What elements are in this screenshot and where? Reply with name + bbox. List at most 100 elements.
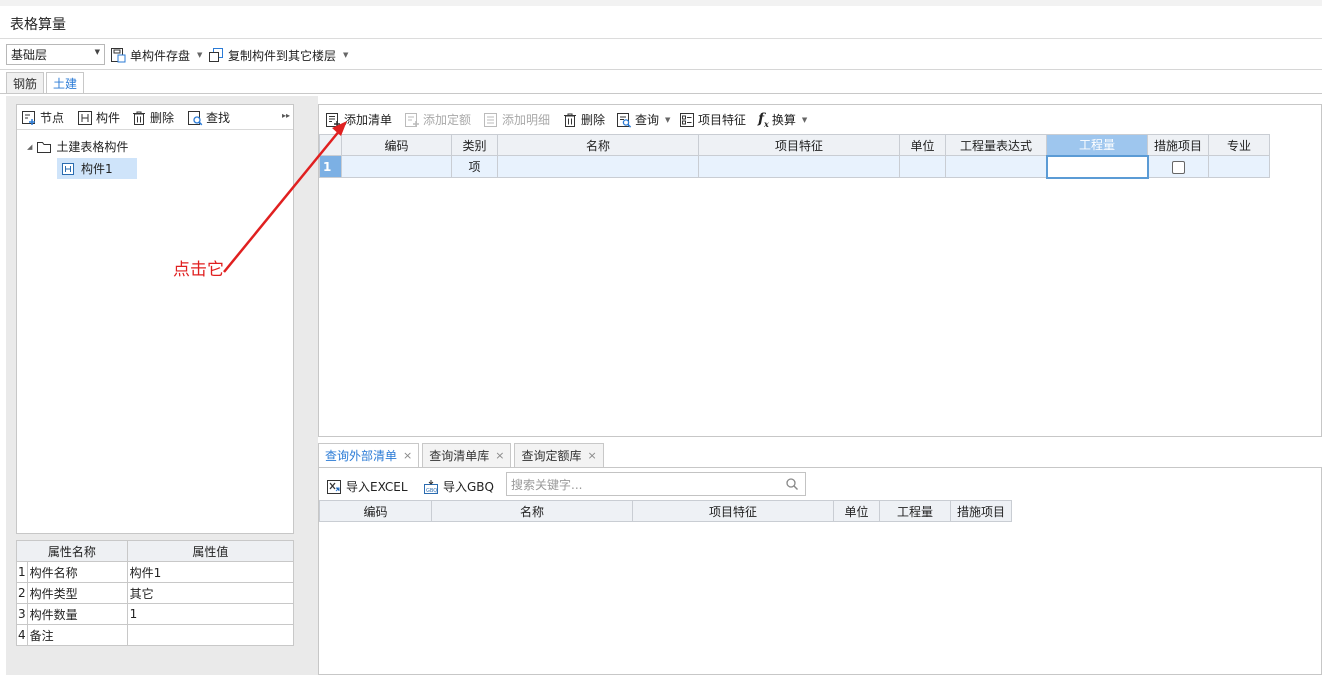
add-detail-button[interactable]: 添加明细: [483, 111, 550, 128]
table-row[interactable]: 1 构件名称 构件1: [16, 561, 295, 583]
tree-delete-button[interactable]: 删除: [131, 109, 174, 126]
feature-cell[interactable]: [698, 155, 900, 178]
panel-splitter[interactable]: [303, 96, 318, 675]
save-component-label: 单构件存盘: [130, 48, 191, 63]
category-cell[interactable]: 项: [451, 155, 498, 178]
find-icon: [187, 110, 203, 126]
unit-cell[interactable]: [899, 155, 946, 178]
component-icon: [61, 162, 75, 176]
svg-text:GBQ: GBQ: [426, 488, 437, 494]
table-row[interactable]: 4 备注: [16, 624, 295, 646]
tab-quota-library[interactable]: 查询定额库 ×: [514, 443, 604, 468]
property-value[interactable]: 1: [126, 603, 295, 625]
row-number[interactable]: 1: [319, 155, 342, 178]
toolbar-divider: [0, 69, 1322, 70]
column-header[interactable]: 措施项目: [1147, 134, 1209, 156]
add-quota-button[interactable]: 添加定额: [404, 111, 471, 128]
copy-icon: [208, 47, 224, 63]
tab-list-library[interactable]: 查询清单库 ×: [422, 443, 512, 468]
column-header-active[interactable]: 工程量: [1046, 134, 1148, 156]
table-row[interactable]: 1 项: [319, 154, 1270, 179]
tab-external-list[interactable]: 查询外部清单 ×: [318, 443, 420, 468]
column-header[interactable]: 编码: [319, 500, 432, 522]
column-header[interactable]: 名称: [431, 500, 633, 522]
search-input[interactable]: 搜索关键字...: [506, 472, 806, 496]
add-component-button[interactable]: 构件: [77, 109, 120, 126]
expression-cell[interactable]: [945, 155, 1047, 178]
corner-header: [319, 134, 342, 156]
query-button[interactable]: 查询 ▼: [616, 111, 670, 128]
external-list-panel: 导入EXCEL GBQ 导入GBQ 搜索关键字... 编码 名称 项目特征 单位…: [318, 467, 1322, 675]
query-icon: [616, 112, 632, 128]
component-icon: [77, 110, 93, 126]
column-header[interactable]: 措施项目: [950, 500, 1012, 522]
quantity-cell[interactable]: [1045, 154, 1149, 179]
excel-icon: [326, 479, 342, 495]
column-header[interactable]: 工程量表达式: [945, 134, 1047, 156]
property-value[interactable]: [126, 624, 295, 646]
measure-cell[interactable]: [1147, 155, 1209, 178]
column-header[interactable]: 专业: [1208, 134, 1270, 156]
column-header[interactable]: 单位: [833, 500, 880, 522]
column-header[interactable]: 项目特征: [698, 134, 900, 156]
measure-checkbox[interactable]: [1171, 160, 1185, 174]
add-node-button[interactable]: 节点: [21, 109, 64, 126]
column-header[interactable]: 单位: [899, 134, 946, 156]
tree-find-button[interactable]: 查找: [187, 109, 230, 126]
bill-delete-button[interactable]: 删除: [562, 111, 605, 128]
add-detail-label: 添加明细: [502, 113, 551, 127]
tree-find-label: 查找: [206, 111, 231, 125]
name-cell[interactable]: [497, 155, 699, 178]
import-excel-button[interactable]: 导入EXCEL: [326, 478, 408, 495]
convert-button[interactable]: fx 换算 ▼: [758, 111, 807, 129]
column-header[interactable]: 类别: [451, 134, 498, 156]
bill-grid-header-row: 编码 类别 名称 项目特征 单位 工程量表达式 工程量 措施项目 专业: [319, 134, 1270, 156]
row-number: 1: [16, 561, 28, 583]
close-icon[interactable]: ×: [495, 449, 504, 462]
query-label: 查询: [635, 113, 660, 127]
major-cell[interactable]: [1208, 155, 1270, 178]
code-cell[interactable]: [341, 155, 452, 178]
tree-item-component1[interactable]: 构件1: [57, 158, 137, 179]
property-name-header: 属性名称: [16, 540, 128, 562]
add-node-label: 节点: [40, 111, 65, 125]
save-component-button[interactable]: 单构件存盘 ▼: [110, 45, 202, 65]
property-value-header: 属性值: [126, 540, 295, 562]
column-header[interactable]: 项目特征: [632, 500, 834, 522]
close-icon[interactable]: ×: [587, 449, 596, 462]
table-row[interactable]: 2 构件类型 其它: [16, 582, 295, 604]
add-list-button[interactable]: 添加清单: [325, 111, 392, 128]
table-row[interactable]: 3 构件数量 1: [16, 603, 295, 625]
tree-expand-icon[interactable]: ◢: [27, 143, 32, 151]
property-value[interactable]: 构件1: [126, 561, 295, 583]
top-menu-strip: [0, 0, 1322, 6]
bottom-tabs: 查询外部清单 × 查询清单库 × 查询定额库 ×: [318, 443, 607, 468]
item-feature-icon: [679, 112, 695, 128]
search-icon[interactable]: [785, 477, 799, 491]
column-header[interactable]: 名称: [497, 134, 699, 156]
property-value[interactable]: 其它: [126, 582, 295, 604]
tab-civil[interactable]: 土建: [46, 72, 85, 94]
property-name: 构件数量: [26, 603, 128, 625]
copy-component-button[interactable]: 复制构件到其它楼层 ▼: [208, 45, 348, 65]
properties-header-row: 属性名称 属性值: [16, 540, 295, 562]
overflow-icon[interactable]: ▸▸: [282, 111, 290, 120]
import-gbq-button[interactable]: GBQ 导入GBQ: [423, 478, 494, 495]
floor-select[interactable]: 基础层 ▼: [6, 44, 105, 65]
import-gbq-label: 导入GBQ: [443, 480, 494, 494]
column-header[interactable]: 编码: [341, 134, 452, 156]
gbq-icon: GBQ: [423, 479, 439, 495]
save-icon: [110, 47, 126, 63]
tab-rebar[interactable]: 钢筋: [6, 72, 45, 94]
item-feature-button[interactable]: 项目特征: [679, 111, 746, 128]
tree-root-node[interactable]: ◢ 土建表格构件: [27, 138, 128, 155]
floor-select-value: 基础层: [11, 48, 48, 62]
add-quota-label: 添加定额: [423, 113, 472, 127]
add-list-icon: [325, 112, 341, 128]
row-number: 2: [16, 582, 28, 604]
convert-label: 换算: [771, 113, 796, 128]
column-header[interactable]: 工程量: [879, 500, 951, 522]
folder-icon: [36, 140, 52, 154]
close-icon[interactable]: ×: [403, 449, 412, 462]
chevron-down-icon: ▼: [197, 51, 203, 59]
